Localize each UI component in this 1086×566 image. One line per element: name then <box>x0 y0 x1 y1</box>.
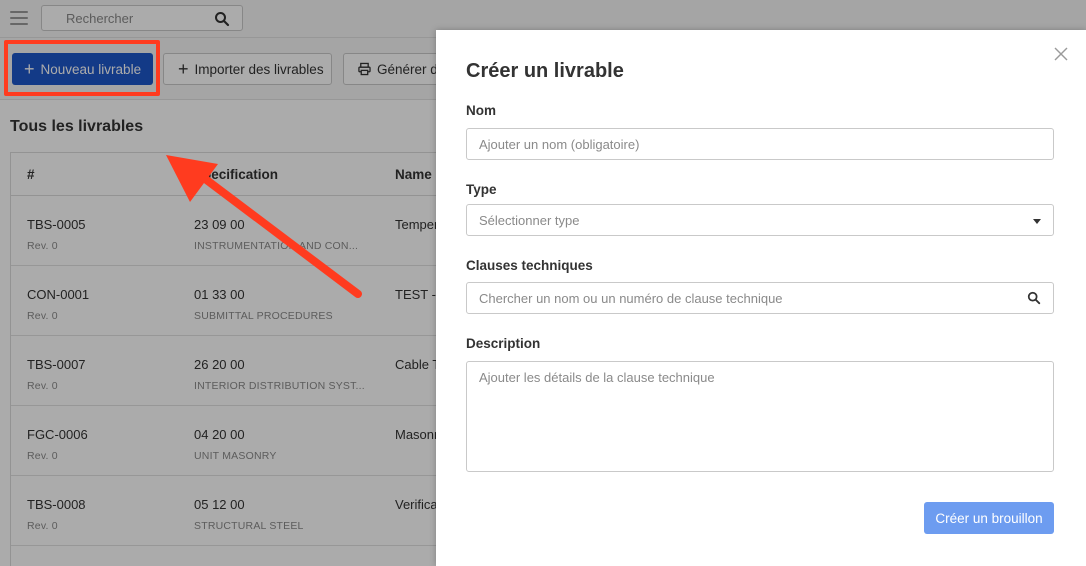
create-draft-button[interactable]: Créer un brouillon <box>924 502 1054 534</box>
description-label: Description <box>466 336 541 351</box>
type-select[interactable]: Sélectionner type <box>466 204 1054 236</box>
description-textarea[interactable] <box>466 361 1054 472</box>
highlight-box <box>4 40 160 96</box>
type-label: Type <box>466 182 497 197</box>
name-input[interactable] <box>466 128 1054 160</box>
name-label: Nom <box>466 103 496 118</box>
close-icon[interactable] <box>1053 46 1069 62</box>
search-icon[interactable] <box>1027 291 1041 305</box>
modal-title: Créer un livrable <box>466 60 624 82</box>
clauses-search-placeholder: Chercher un nom ou un numéro de clause t… <box>479 291 783 306</box>
create-deliverable-modal: Créer un livrable Nom Type Sélectionner … <box>436 30 1086 566</box>
clauses-search-field[interactable]: Chercher un nom ou un numéro de clause t… <box>466 282 1054 314</box>
type-select-value: Sélectionner type <box>479 213 580 228</box>
clauses-label: Clauses techniques <box>466 258 593 273</box>
caret-down-icon <box>1033 219 1041 224</box>
